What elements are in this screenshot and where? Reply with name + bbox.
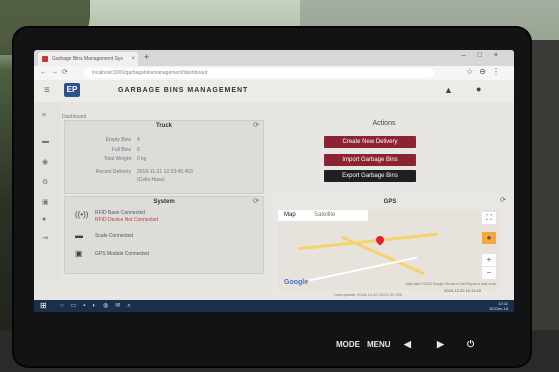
app-logo: EP <box>64 83 80 97</box>
taskbar-clock[interactable]: 12:11 20-Dec-18 <box>489 301 508 311</box>
recent-delivery-label: Recent Delivery <box>95 169 131 175</box>
google-logo: Google <box>284 279 309 286</box>
system-panel: System ⟳ ((•)) RFID Base Connected RFID … <box>64 196 264 274</box>
rfid-device-status: RFID Device Not Connected <box>95 217 159 223</box>
sidebar-rail: ≡ ▬ ◉ ⚙ ▣ ● ⇥ <box>34 102 60 280</box>
sidebar-truck-icon[interactable]: ▬ <box>42 138 49 145</box>
gps-module-icon: ▣ <box>75 249 83 258</box>
hamburger-menu-icon[interactable]: ≡ <box>44 85 50 96</box>
map-footer: Map data ©2018 Google Terms of Use Repor… <box>405 282 496 286</box>
truck-panel: Truck ⟳ Empty Bins 4 Full Bins 0 Total W… <box>64 120 264 194</box>
map-tab[interactable]: Map <box>284 210 296 221</box>
browser-menu-icons[interactable]: ☆⊖⋮ <box>466 67 506 76</box>
recent-delivery-value: 2018-11-21 12:33:45.453 <box>137 169 193 175</box>
device-power-icon[interactable]: ⏻ <box>467 339 474 350</box>
url-text: localhost:3000/garbagebinsmanagement/das… <box>92 70 208 76</box>
scale-status: Scale Connected <box>95 233 134 239</box>
scale-icon: ▬ <box>75 231 83 240</box>
total-weight-label: Total Weight <box>103 156 131 162</box>
gps-title: GPS <box>383 199 397 205</box>
fullscreen-icon[interactable]: ⛶ <box>482 212 496 224</box>
favicon-icon <box>42 56 48 62</box>
sidebar-users-icon[interactable]: ● <box>42 216 46 223</box>
create-new-delivery-button[interactable]: Create New Delivery <box>324 136 416 148</box>
sidebar-settings-icon[interactable]: ⚙ <box>42 178 48 186</box>
full-bins-value: 0 <box>137 147 140 153</box>
browser-tab-bar: Garbage Bins Management Sys × + –□× <box>34 50 514 66</box>
location-pin-icon[interactable] <box>374 234 386 246</box>
notification-bell-icon[interactable]: ▲ <box>444 85 453 95</box>
nav-buttons[interactable]: ←→⟳ <box>40 68 72 76</box>
window-date: 2018-12-20 12:11:40 <box>444 288 481 293</box>
actions-title: Actions <box>372 120 396 127</box>
map-type-tabs: Map Satellite <box>278 210 368 221</box>
sidebar-reports-icon[interactable]: ▣ <box>42 198 49 206</box>
window-controls[interactable]: –□× <box>462 52 510 59</box>
recent-delivery-driver: (Celia Haas) <box>137 177 165 183</box>
app-bar: ≡ EP GARBAGE BINS MANAGEMENT ▲ ● <box>34 80 514 102</box>
zoom-out-button[interactable]: − <box>482 267 496 279</box>
device-right-arrow-icon[interactable]: ▶ <box>437 339 444 350</box>
new-tab-button[interactable]: + <box>144 52 149 62</box>
map-view[interactable]: Map Satellite ⛶ ● + − Google Map data ©2… <box>278 210 500 290</box>
empty-bins-label: Empty Bins <box>105 137 131 143</box>
monitor-screen: Garbage Bins Management Sys × + –□× ←→⟳ … <box>34 50 514 312</box>
truck-panel-title: Truck <box>155 123 172 129</box>
import-garbage-bins-button[interactable]: Import Garbage Bins <box>324 154 416 166</box>
total-weight-value: 0 kg <box>137 156 147 162</box>
device-mode-button[interactable]: MODE <box>336 340 360 349</box>
windows-taskbar: ⊞ ○▭▪◐◍✉⌕ 12:11 20-Dec-18 <box>34 300 514 312</box>
gps-panel: GPS ⟳ Map Satellite ⛶ ● + − Google Map d… <box>270 196 510 300</box>
device-left-arrow-icon[interactable]: ◀ <box>404 339 411 350</box>
dashboard-pillar <box>528 40 559 372</box>
device-menu-button[interactable]: MENU <box>367 340 391 349</box>
refresh-icon[interactable]: ⟳ <box>253 197 259 205</box>
rfid-icon: ((•)) <box>75 210 89 219</box>
full-bins-label: Full Bins <box>111 147 131 153</box>
zoom-in-button[interactable]: + <box>482 254 496 266</box>
system-panel-title: System <box>153 199 175 205</box>
user-account-icon[interactable]: ● <box>476 84 481 94</box>
browser-tab-title: Garbage Bins Management Sys <box>52 56 123 62</box>
start-button-icon[interactable]: ⊞ <box>40 301 47 310</box>
taskbar-apps[interactable]: ○▭▪◐◍✉⌕ <box>60 302 138 310</box>
export-garbage-bins-button[interactable]: Export Garbage Bins <box>324 170 416 182</box>
url-field[interactable]: localhost:3000/garbagebinsmanagement/das… <box>84 68 434 78</box>
sidebar-menu-icon[interactable]: ≡ <box>42 112 46 119</box>
rfid-base-status: RFID Base Connected <box>95 210 146 216</box>
address-bar: ←→⟳ localhost:3000/garbagebinsmanagement… <box>34 66 514 80</box>
close-tab-icon[interactable]: × <box>131 52 135 66</box>
gps-module-status: GPS Module Connected <box>95 251 149 257</box>
sidebar-exit-icon[interactable]: ⇥ <box>42 234 48 242</box>
sidebar-bins-icon[interactable]: ◉ <box>42 158 48 166</box>
refresh-icon[interactable]: ⟳ <box>253 121 259 129</box>
browser-tab[interactable]: Garbage Bins Management Sys × <box>38 52 138 66</box>
map-road <box>308 256 418 282</box>
refresh-icon[interactable]: ⟳ <box>500 196 506 204</box>
taskbar-date: 20-Dec-18 <box>489 306 508 311</box>
street-view-icon[interactable]: ● <box>482 232 496 244</box>
satellite-tab[interactable]: Satellite <box>314 210 335 221</box>
empty-bins-value: 4 <box>137 137 140 143</box>
app-title: GARBAGE BINS MANAGEMENT <box>118 87 249 94</box>
gps-last-update: Last update: 2018-12-20 10:21:32.000 <box>334 292 403 297</box>
